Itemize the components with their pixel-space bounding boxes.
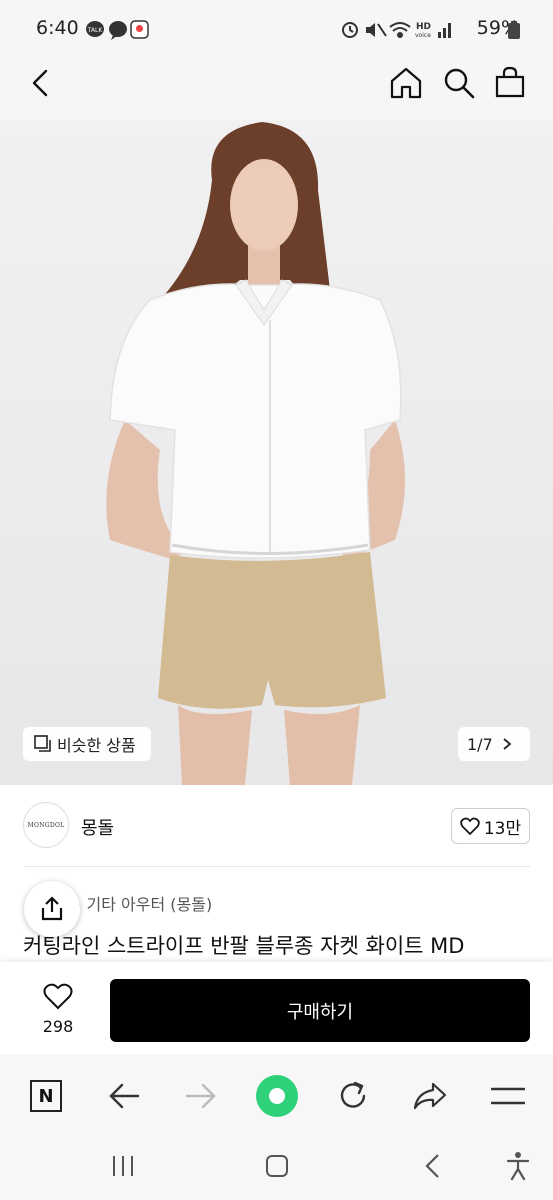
alarm-icon: [342, 22, 358, 38]
signal-icon: [438, 23, 451, 38]
home-button-icon[interactable]: [265, 1154, 289, 1178]
shop-logo[interactable]: MONGDOL: [23, 802, 69, 848]
recent-apps-icon[interactable]: [111, 1154, 135, 1178]
app-header: [0, 56, 553, 120]
wifi-icon: [389, 22, 411, 38]
product-title: 커팅라인 스트라이프 반팔 블루종 자켓 화이트 MD: [23, 934, 465, 958]
system-navigation: [0, 1140, 553, 1200]
chevron-right-icon: [503, 738, 512, 750]
svg-text:TALK: TALK: [87, 27, 104, 34]
wish-count: 298: [42, 1017, 74, 1036]
system-status-icons: HDvoice: [342, 22, 451, 39]
image-counter-text: 1/7: [467, 734, 493, 754]
naver-n-icon[interactable]: N: [30, 1080, 62, 1112]
shopping-bag-icon[interactable]: [494, 65, 526, 99]
svg-text:voice: voice: [415, 32, 431, 39]
share-button[interactable]: [24, 881, 80, 937]
image-counter: 1/7: [458, 727, 530, 761]
browser-toolbar: N: [0, 1054, 553, 1140]
divider: [24, 866, 530, 867]
wish-heart-icon[interactable]: [43, 983, 73, 1010]
talk-icon: TALK: [86, 21, 104, 37]
location-app-icon: [130, 20, 149, 39]
back-button-icon[interactable]: [423, 1153, 443, 1179]
purchase-bar: 298 구매하기: [0, 962, 553, 1054]
back-arrow-icon[interactable]: [28, 69, 54, 97]
status-time: 6:40: [36, 17, 79, 39]
accessibility-icon[interactable]: [506, 1151, 530, 1181]
search-icon[interactable]: [442, 66, 476, 100]
home-icon[interactable]: [389, 66, 423, 100]
battery-icon: [508, 21, 520, 39]
svg-text:HD: HD: [416, 22, 431, 32]
notification-icons: TALK: [86, 20, 149, 40]
shop-row[interactable]: MONGDOL 몽돌 13만: [0, 785, 553, 867]
mute-icon: [366, 23, 387, 37]
chat-bubble-icon: [109, 21, 127, 40]
similar-products-label: 비슷한 상품: [57, 736, 136, 755]
category-breadcrumb[interactable]: > 기타 아우터 (몽돌): [68, 891, 212, 915]
green-dot-icon[interactable]: [255, 1074, 299, 1118]
shop-like-count: 13만: [483, 818, 522, 839]
copy-squares-icon: [34, 735, 51, 752]
product-photo: [0, 120, 553, 785]
share-icon[interactable]: [413, 1081, 447, 1111]
back-icon[interactable]: [108, 1081, 140, 1111]
status-bar: 6:40 TALK HD voice 59%: [0, 0, 553, 56]
menu-icon[interactable]: [491, 1085, 525, 1107]
shop-like-button[interactable]: 13만: [451, 808, 530, 844]
forward-icon[interactable]: [185, 1081, 217, 1111]
product-image[interactable]: 비슷한 상품 1/7: [0, 120, 553, 785]
hd-voice-icon: HDvoice: [415, 22, 431, 39]
reload-icon[interactable]: [337, 1080, 369, 1112]
similar-products-button[interactable]: 비슷한 상품: [23, 727, 151, 761]
heart-icon: [460, 817, 480, 835]
share-upload-icon: [41, 896, 63, 921]
naver-letter: N: [38, 1085, 54, 1107]
shop-name[interactable]: 몽돌: [81, 814, 114, 840]
buy-button[interactable]: 구매하기: [110, 979, 530, 1042]
